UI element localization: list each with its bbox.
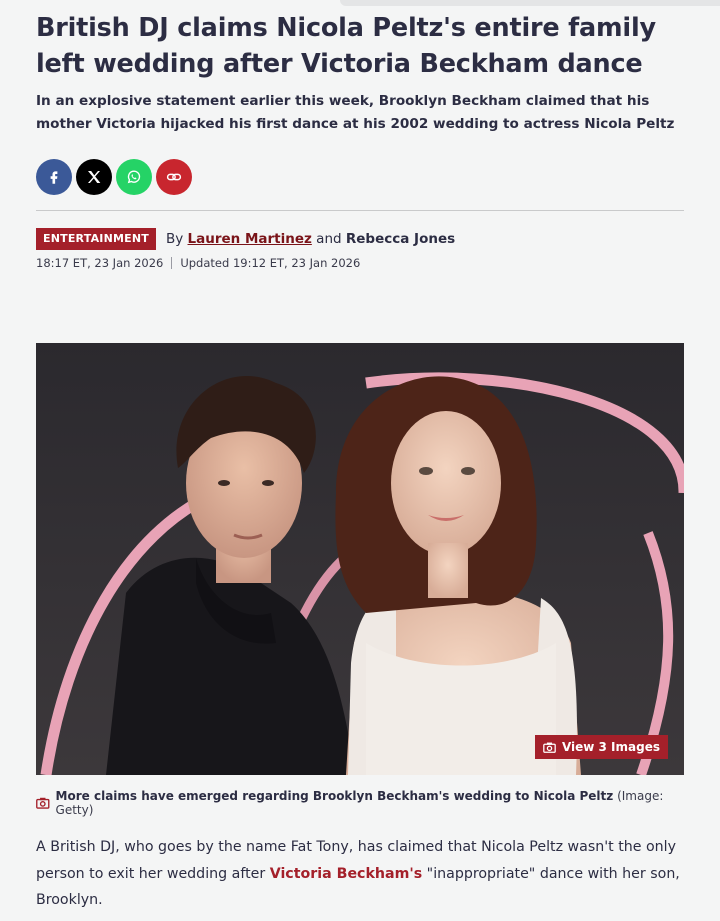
image-caption: More claims have emerged regarding Brook… [36,789,684,817]
byline-prefix: By [165,231,184,247]
date-separator [171,257,173,269]
byline: By Lauren Martinez and Rebecca Jones [166,231,455,247]
victoria-beckham-link[interactable]: Victoria Beckham's [270,866,422,882]
standfirst: In an explosive statement earlier this w… [36,93,675,132]
camera-icon [36,797,50,809]
headline: British DJ claims Nicola Peltz's entire … [36,13,656,79]
divider [36,210,684,211]
updated-time: Updated 19:12 ET, 23 Jan 2026 [180,256,361,270]
byline-and: and [316,231,342,247]
top-bar-fragment [340,0,720,6]
published-time: 18:17 ET, 23 Jan 2026 [36,256,164,270]
hero-image[interactable]: View 3 Images [36,343,684,775]
author-link[interactable]: Lauren Martinez [188,231,312,247]
timestamps: 18:17 ET, 23 Jan 2026 Updated 19:12 ET, … [36,256,360,270]
category-badge[interactable]: ENTERTAINMENT [36,228,156,250]
share-whatsapp-button[interactable] [116,159,152,195]
view-images-button[interactable]: View 3 Images [534,735,668,759]
facebook-icon [50,171,58,184]
article-paragraph: A British DJ, who goes by the name Fat T… [36,834,684,914]
share-x-button[interactable] [76,159,112,195]
camera-icon [543,742,556,753]
hero-photo [36,343,684,775]
link-icon [166,173,182,181]
byline-row: ENTERTAINMENT By Lauren Martinez and Reb… [36,228,455,250]
caption-text: More claims have emerged regarding Brook… [55,789,614,803]
view-images-label: View 3 Images [561,740,660,754]
share-bar [36,159,192,195]
copy-link-button[interactable] [156,159,192,195]
whatsapp-icon [127,170,141,184]
x-icon [88,171,101,183]
author-name: Rebecca Jones [345,231,456,247]
share-facebook-button[interactable] [36,159,72,195]
